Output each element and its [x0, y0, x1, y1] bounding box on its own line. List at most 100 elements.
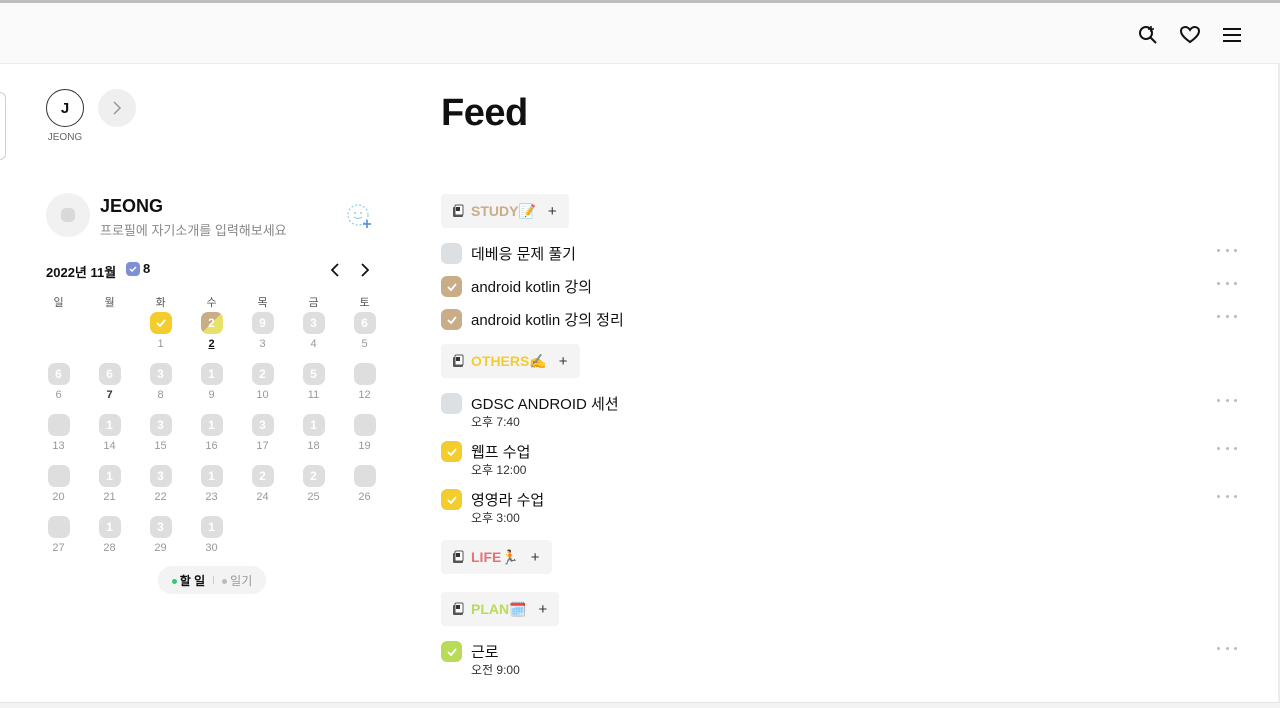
calendar-day[interactable]: 2 25 [288, 465, 339, 516]
menu-icon[interactable] [1220, 23, 1244, 47]
calendar-day[interactable]: 12 [339, 363, 390, 414]
calendar-day[interactable]: 13 [33, 414, 84, 465]
day-status-blob [47, 465, 70, 487]
profile-avatar[interactable] [46, 193, 90, 237]
calendar-day[interactable]: 1 14 [84, 414, 135, 465]
calendar-weekdays: 일 월 화 수 목 금 토 [33, 294, 390, 310]
profile-bio[interactable]: 프로필에 자기소개를 입력해보세요 [100, 220, 287, 239]
calendar-day[interactable]: 2 10 [237, 363, 288, 414]
chevron-right-icon [361, 263, 369, 277]
add-todo-button[interactable]: + [559, 353, 568, 370]
todo-title[interactable]: 데베응 문제 풀기 [471, 243, 576, 264]
more-options-icon[interactable] [1217, 275, 1237, 291]
calendar-day[interactable]: 19 [186, 363, 237, 414]
calendar-day[interactable]: 27 [33, 516, 84, 567]
page-title: Feed [441, 92, 528, 134]
todo-title[interactable]: 영영라 수업 [471, 489, 544, 510]
toggle-diary[interactable]: 일기 [222, 572, 252, 589]
day-status-blob: 1 [200, 516, 223, 538]
todo-checkbox[interactable] [441, 441, 462, 462]
calendar-day[interactable]: 3 29 [135, 516, 186, 567]
day-number: 4 [310, 338, 317, 350]
calendar-day[interactable]: 1 18 [288, 414, 339, 465]
following-avatar[interactable]: J [46, 89, 84, 127]
calendar-day[interactable]: 1 23 [186, 465, 237, 516]
more-options-icon[interactable] [1217, 242, 1237, 258]
todo-checkbox[interactable] [441, 276, 462, 297]
calendar-day[interactable]: 1 16 [186, 414, 237, 465]
more-options-icon[interactable] [1217, 392, 1237, 408]
day-status-blob: 3 [149, 363, 172, 385]
category-name: PLAN🗓️ [471, 600, 527, 617]
todo-item[interactable]: android kotlin 강의 정리 [441, 308, 1241, 332]
day-number: 27 [52, 542, 65, 554]
day-number: 23 [205, 491, 218, 503]
todo-title[interactable]: 웹프 수업 [471, 441, 530, 462]
feed-category[interactable]: OTHERS✍️ + [441, 344, 580, 378]
calendar-day[interactable]: 5 11 [288, 363, 339, 414]
todo-checkbox[interactable] [441, 641, 462, 662]
toggle-todo[interactable]: 할 일 [171, 572, 205, 589]
day-number: 12 [358, 389, 371, 401]
todo-checkbox[interactable] [441, 309, 462, 330]
calendar-day[interactable]: 3 15 [135, 414, 186, 465]
todo-title[interactable]: android kotlin 강의 [471, 276, 592, 297]
todo-checkbox[interactable] [441, 393, 462, 414]
calendar-day[interactable]: 2 24 [237, 465, 288, 516]
todo-checkbox[interactable] [441, 243, 462, 264]
day-status-blob [47, 516, 70, 538]
feed-category[interactable]: LIFE🏃 + [441, 540, 552, 574]
calendar-mode-toggle: 할 일 일기 [158, 566, 266, 594]
calendar-day[interactable]: 66 [33, 363, 84, 414]
todo-title[interactable]: GDSC ANDROID 세션 [471, 393, 619, 414]
calendar-day[interactable]: 3 22 [135, 465, 186, 516]
calendar-day[interactable]: 65 [339, 312, 390, 363]
todo-item[interactable]: GDSC ANDROID 세션 오후 7:40 [441, 392, 1241, 432]
following-next-button[interactable] [98, 89, 136, 127]
more-options-icon[interactable] [1217, 640, 1237, 656]
calendar-day[interactable]: 67 [84, 363, 135, 414]
add-friend-icon[interactable] [346, 203, 372, 229]
more-options-icon[interactable] [1217, 488, 1237, 504]
todo-item[interactable]: 웹프 수업 오후 12:00 [441, 440, 1241, 480]
calendar-next-button[interactable] [356, 260, 374, 280]
todo-checkbox[interactable] [441, 489, 462, 510]
calendar-prev-button[interactable] [326, 260, 344, 280]
todo-title[interactable]: android kotlin 강의 정리 [471, 309, 624, 330]
calendar-empty-cell [84, 312, 135, 363]
todo-item[interactable]: 데베응 문제 풀기 [441, 242, 1241, 266]
calendar-month-title[interactable]: 2022년 11월 [46, 262, 116, 281]
search-add-icon[interactable] [1136, 23, 1160, 47]
calendar-day[interactable]: 19 [339, 414, 390, 465]
calendar-day[interactable]: 38 [135, 363, 186, 414]
calendar-day[interactable]: 1 [135, 312, 186, 363]
todo-item[interactable]: 근로 오전 9:00 [441, 640, 1241, 680]
calendar-day[interactable]: 93 [237, 312, 288, 363]
day-number: 25 [307, 491, 320, 503]
toggle-diary-label: 일기 [230, 573, 253, 588]
day-status-blob [353, 414, 376, 436]
more-options-icon[interactable] [1217, 308, 1237, 324]
feed-category[interactable]: STUDY📝 + [441, 194, 569, 228]
todo-item[interactable]: 영영라 수업 오후 3:00 [441, 488, 1241, 528]
day-number: 1 [157, 338, 164, 350]
todo-title[interactable]: 근로 [471, 641, 499, 662]
calendar-day[interactable]: 1 21 [84, 465, 135, 516]
day-number: 3 [259, 338, 266, 350]
more-options-icon[interactable] [1217, 440, 1237, 456]
calendar-day[interactable]: 26 [339, 465, 390, 516]
day-number: 15 [154, 440, 167, 452]
calendar-day[interactable]: 3 17 [237, 414, 288, 465]
calendar-day[interactable]: 20 [33, 465, 84, 516]
calendar-day[interactable]: 1 28 [84, 516, 135, 567]
calendar-day[interactable]: 34 [288, 312, 339, 363]
heart-icon[interactable] [1178, 23, 1202, 47]
add-todo-button[interactable]: + [539, 601, 548, 618]
add-todo-button[interactable]: + [548, 203, 557, 220]
feed-category[interactable]: PLAN🗓️ + [441, 592, 560, 626]
add-todo-button[interactable]: + [531, 549, 540, 566]
calendar-day[interactable]: 1 30 [186, 516, 237, 567]
calendar-day[interactable]: 22 [186, 312, 237, 363]
day-status-blob [149, 312, 172, 334]
todo-item[interactable]: android kotlin 강의 [441, 275, 1241, 299]
